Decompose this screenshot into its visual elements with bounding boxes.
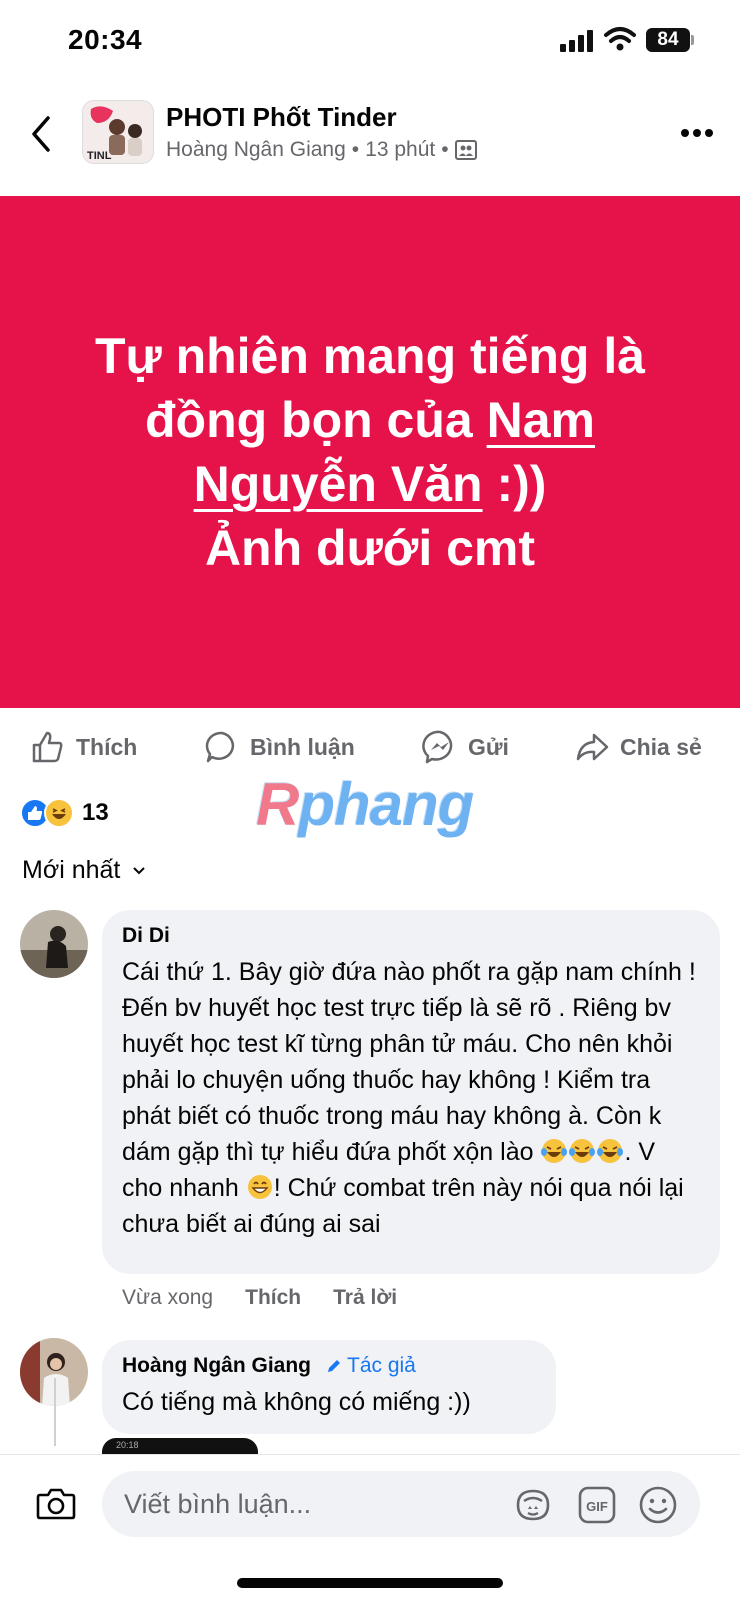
comment-button[interactable]: Bình luận xyxy=(204,722,355,772)
reaction-count: 13 xyxy=(82,799,109,826)
back-icon[interactable] xyxy=(28,114,54,154)
banner-line-2: đồng bọn của Nam xyxy=(50,388,690,452)
group-avatar-image: TINL xyxy=(83,101,153,163)
avatar-sticker-icon[interactable] xyxy=(514,1487,552,1523)
banner-line-2-prefix: đồng bọn của xyxy=(144,392,487,448)
comment-time: Vừa xong xyxy=(122,1286,214,1309)
commenter-avatar[interactable] xyxy=(20,910,88,978)
banner-line-4: Ảnh dưới cmt xyxy=(204,520,536,576)
author-comment-bubble[interactable]: Hoàng Ngân Giang Tác giả Có tiếng mà khô… xyxy=(102,1340,556,1434)
tagged-name-last[interactable]: Nguyễn Văn xyxy=(194,456,483,512)
author-badge-label: Tác giả xyxy=(347,1354,416,1377)
group-avatar[interactable]: TINL xyxy=(82,100,154,164)
comment-sort-dropdown[interactable]: Mới nhất xyxy=(22,856,146,885)
battery-tip xyxy=(691,35,694,45)
laughing-tears-emoji-icon xyxy=(597,1139,624,1163)
share-label: Chia sẻ xyxy=(620,733,702,760)
emoji-icon[interactable] xyxy=(638,1485,678,1525)
share-button[interactable]: Chia sẻ xyxy=(574,722,702,772)
share-icon xyxy=(576,733,609,761)
post-author[interactable]: Hoàng Ngân Giang xyxy=(166,138,346,162)
laughing-tears-emoji-icon xyxy=(569,1139,596,1163)
post-banner[interactable]: Tự nhiên mang tiếng là đồng bọn của Nam … xyxy=(0,196,740,708)
messenger-icon xyxy=(422,730,453,764)
comment-author[interactable]: Hoàng Ngân Giang xyxy=(122,1354,311,1378)
comment-composer: GIF xyxy=(0,1454,740,1554)
camera-icon[interactable] xyxy=(36,1485,76,1521)
avatar-text: TINL xyxy=(87,150,112,162)
status-bar: 20:34 84 xyxy=(0,0,740,80)
gif-icon[interactable]: GIF xyxy=(578,1486,616,1524)
banner-text: Tự nhiên mang tiếng là đồng bọn của Nam … xyxy=(50,324,690,580)
reaction-summary[interactable]: 13 xyxy=(20,796,109,830)
comment-author-row: Hoàng Ngân Giang Tác giả xyxy=(122,1354,536,1378)
watermark-rest: phang xyxy=(298,771,474,838)
comment-icon xyxy=(205,731,235,763)
group-privacy-icon xyxy=(454,140,477,160)
comment-text: Cái thứ 1. Bây giờ đứa nào phốt ra gặp n… xyxy=(122,954,700,1242)
signal-icon xyxy=(560,30,593,52)
meta-separator: • xyxy=(351,138,360,161)
reply-thread-line xyxy=(54,1378,56,1446)
comment-label: Bình luận xyxy=(250,733,355,760)
comment-like-button[interactable]: Thích xyxy=(245,1286,301,1310)
like-label: Thích xyxy=(76,733,138,760)
sort-label: Mới nhất xyxy=(22,856,121,884)
comment-actions: Vừa xong Thích Trả lời xyxy=(122,1286,397,1310)
post-header: TINL PHOTI Phốt Tinder Hoàng Ngân Giang … xyxy=(0,90,740,180)
send-label: Gửi xyxy=(468,733,509,760)
comment-text: Có tiếng mà không có miếng :)) xyxy=(122,1388,471,1416)
watermark-logo: Rphang xyxy=(256,770,474,839)
group-name[interactable]: PHOTI Phốt Tinder xyxy=(166,102,397,133)
post-time[interactable]: 13 phút xyxy=(365,138,435,162)
chevron-down-icon xyxy=(133,866,146,874)
svg-text:GIF: GIF xyxy=(586,1499,608,1514)
pencil-icon xyxy=(328,1360,340,1372)
meta-separator: • xyxy=(441,138,449,161)
like-button[interactable]: Thích xyxy=(30,722,137,772)
banner-line-3-suffix: :)) xyxy=(482,456,547,512)
status-time: 20:34 xyxy=(68,24,143,55)
comment-bubble[interactable]: Di Di Cái thứ 1. Bây giờ đứa nào phốt ra… xyxy=(102,910,720,1274)
banner-line-1: Tự nhiên mang tiếng là xyxy=(94,328,646,384)
author-badge: Tác giả xyxy=(325,1354,416,1378)
send-button[interactable]: Gửi xyxy=(422,722,509,772)
attachment-status-time: 20:18 xyxy=(116,1440,139,1450)
grinning-emoji-icon xyxy=(247,1175,272,1199)
more-options-icon[interactable] xyxy=(680,128,714,138)
like-icon xyxy=(32,731,63,763)
wifi-icon xyxy=(604,27,636,51)
haha-reaction-icon xyxy=(44,798,74,828)
comment-reply-button[interactable]: Trả lời xyxy=(333,1286,397,1310)
comment-author[interactable]: Di Di xyxy=(122,924,700,948)
comment-image-attachment[interactable]: 20:18 xyxy=(102,1438,258,1454)
post-action-bar: Thích Bình luận Gửi Chia sẻ xyxy=(0,722,740,772)
banner-line-3: Nguyễn Văn :)) xyxy=(50,452,690,516)
laughing-tears-emoji-icon xyxy=(541,1139,568,1163)
home-indicator[interactable] xyxy=(237,1578,503,1588)
watermark-first: R xyxy=(256,771,299,838)
post-meta: Hoàng Ngân Giang • 13 phút • xyxy=(166,138,477,162)
tagged-name-first[interactable]: Nam xyxy=(487,392,595,448)
battery-indicator: 84 xyxy=(646,28,690,52)
comment-text-part-1: Cái thứ 1. Bây giờ đứa nào phốt ra gặp n… xyxy=(122,958,696,1166)
